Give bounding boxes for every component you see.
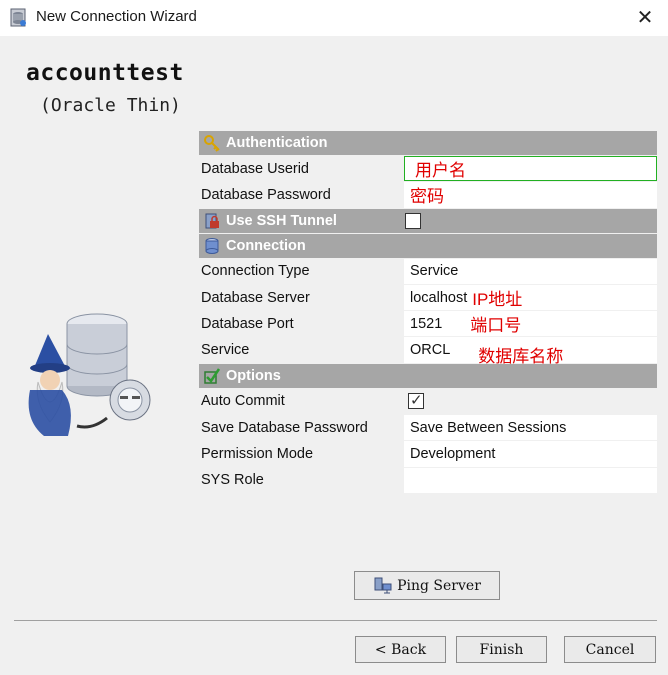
database-icon bbox=[205, 237, 219, 254]
database-server-value: localhost bbox=[410, 289, 468, 306]
ping-server-button[interactable]: Ping Server bbox=[354, 571, 500, 600]
row-sys-role: SYS Role bbox=[199, 467, 657, 494]
database-port-value: 1521 bbox=[410, 315, 443, 332]
section-authentication: Authentication bbox=[199, 131, 657, 156]
key-icon bbox=[204, 135, 220, 152]
section-options: Options bbox=[199, 363, 657, 389]
auto-commit-cell: ✓ bbox=[404, 389, 657, 414]
save-password-label: Save Database Password bbox=[201, 419, 368, 436]
sys-role-select[interactable] bbox=[404, 467, 657, 493]
app-database-icon bbox=[10, 8, 26, 27]
permission-mode-select[interactable]: Development bbox=[404, 441, 657, 467]
connection-type-select[interactable]: Service bbox=[404, 258, 657, 284]
service-input[interactable]: ORCL 数据库名称 bbox=[404, 337, 657, 366]
connection-name: accounttest bbox=[26, 60, 184, 86]
save-password-value: Save Between Sessions bbox=[410, 419, 567, 436]
row-service: Service ORCL 数据库名称 bbox=[199, 337, 657, 366]
row-database-port: Database Port 1521 端口号 bbox=[199, 311, 657, 338]
section-options-label: Options bbox=[226, 367, 281, 384]
auto-commit-label: Auto Commit bbox=[201, 393, 285, 410]
row-database-server: Database Server localhost IP地址 bbox=[199, 284, 657, 312]
database-userid-label: Database Userid bbox=[201, 160, 309, 177]
database-port-input[interactable]: 1521 端口号 bbox=[404, 311, 657, 337]
row-permission-mode: Permission Mode Development bbox=[199, 441, 657, 468]
database-port-label: Database Port bbox=[201, 315, 294, 332]
check-icon: ✓ bbox=[410, 392, 423, 410]
password-annotation: 密码 bbox=[410, 187, 444, 207]
section-authentication-label: Authentication bbox=[226, 135, 328, 151]
ping-server-label: Ping Server bbox=[397, 577, 481, 594]
section-connection: Connection bbox=[199, 233, 657, 259]
permission-mode-value: Development bbox=[410, 446, 496, 463]
sys-role-label: SYS Role bbox=[201, 472, 264, 489]
section-ssh-tunnel: Use SSH Tunnel bbox=[199, 208, 657, 234]
section-ssh-tunnel-label: Use SSH Tunnel bbox=[226, 212, 337, 229]
title-bar: New Connection Wizard ✕ bbox=[0, 0, 668, 36]
row-auto-commit: Auto Commit ✓ bbox=[199, 389, 657, 416]
service-value: ORCL bbox=[410, 342, 451, 359]
connection-driver: (Oracle Thin) bbox=[40, 95, 181, 116]
ssh-lock-icon bbox=[205, 213, 219, 229]
checkmark-icon bbox=[204, 368, 221, 384]
database-password-input[interactable]: 密码 bbox=[404, 182, 657, 208]
row-database-password: Database Password 密码 bbox=[199, 182, 657, 209]
row-save-password: Save Database Password Save Between Sess… bbox=[199, 415, 657, 442]
port-annotation: 端口号 bbox=[470, 316, 522, 336]
save-password-select[interactable]: Save Between Sessions bbox=[404, 415, 657, 441]
auto-commit-checkbox[interactable]: ✓ bbox=[408, 392, 424, 410]
ping-server-icon bbox=[374, 577, 392, 593]
database-userid-input[interactable]: 用户名 bbox=[404, 156, 657, 182]
separator bbox=[14, 620, 657, 621]
ssh-tunnel-checkbox[interactable] bbox=[405, 212, 421, 229]
connection-form: Authentication Database Userid 用户名 Datab… bbox=[199, 131, 657, 494]
server-annotation: IP地址 bbox=[472, 290, 523, 310]
wizard-database-plug-icon bbox=[28, 313, 151, 436]
row-database-userid: Database Userid 用户名 bbox=[199, 156, 657, 183]
finish-button[interactable]: Finish bbox=[456, 636, 547, 663]
userid-annotation: 用户名 bbox=[415, 161, 466, 181]
back-button[interactable]: < Back bbox=[355, 636, 446, 663]
window-title: New Connection Wizard bbox=[36, 8, 197, 25]
close-icon[interactable]: ✕ bbox=[632, 5, 658, 31]
section-connection-label: Connection bbox=[226, 237, 306, 254]
connection-type-value: Service bbox=[410, 263, 459, 280]
cancel-button[interactable]: Cancel bbox=[564, 636, 656, 663]
database-password-label: Database Password bbox=[201, 186, 331, 203]
database-server-input[interactable]: localhost IP地址 bbox=[404, 284, 657, 311]
row-connection-type: Connection Type Service bbox=[199, 258, 657, 285]
database-server-label: Database Server bbox=[201, 289, 310, 306]
service-label: Service bbox=[201, 342, 250, 359]
permission-mode-label: Permission Mode bbox=[201, 446, 314, 463]
connection-type-label: Connection Type bbox=[201, 263, 310, 280]
